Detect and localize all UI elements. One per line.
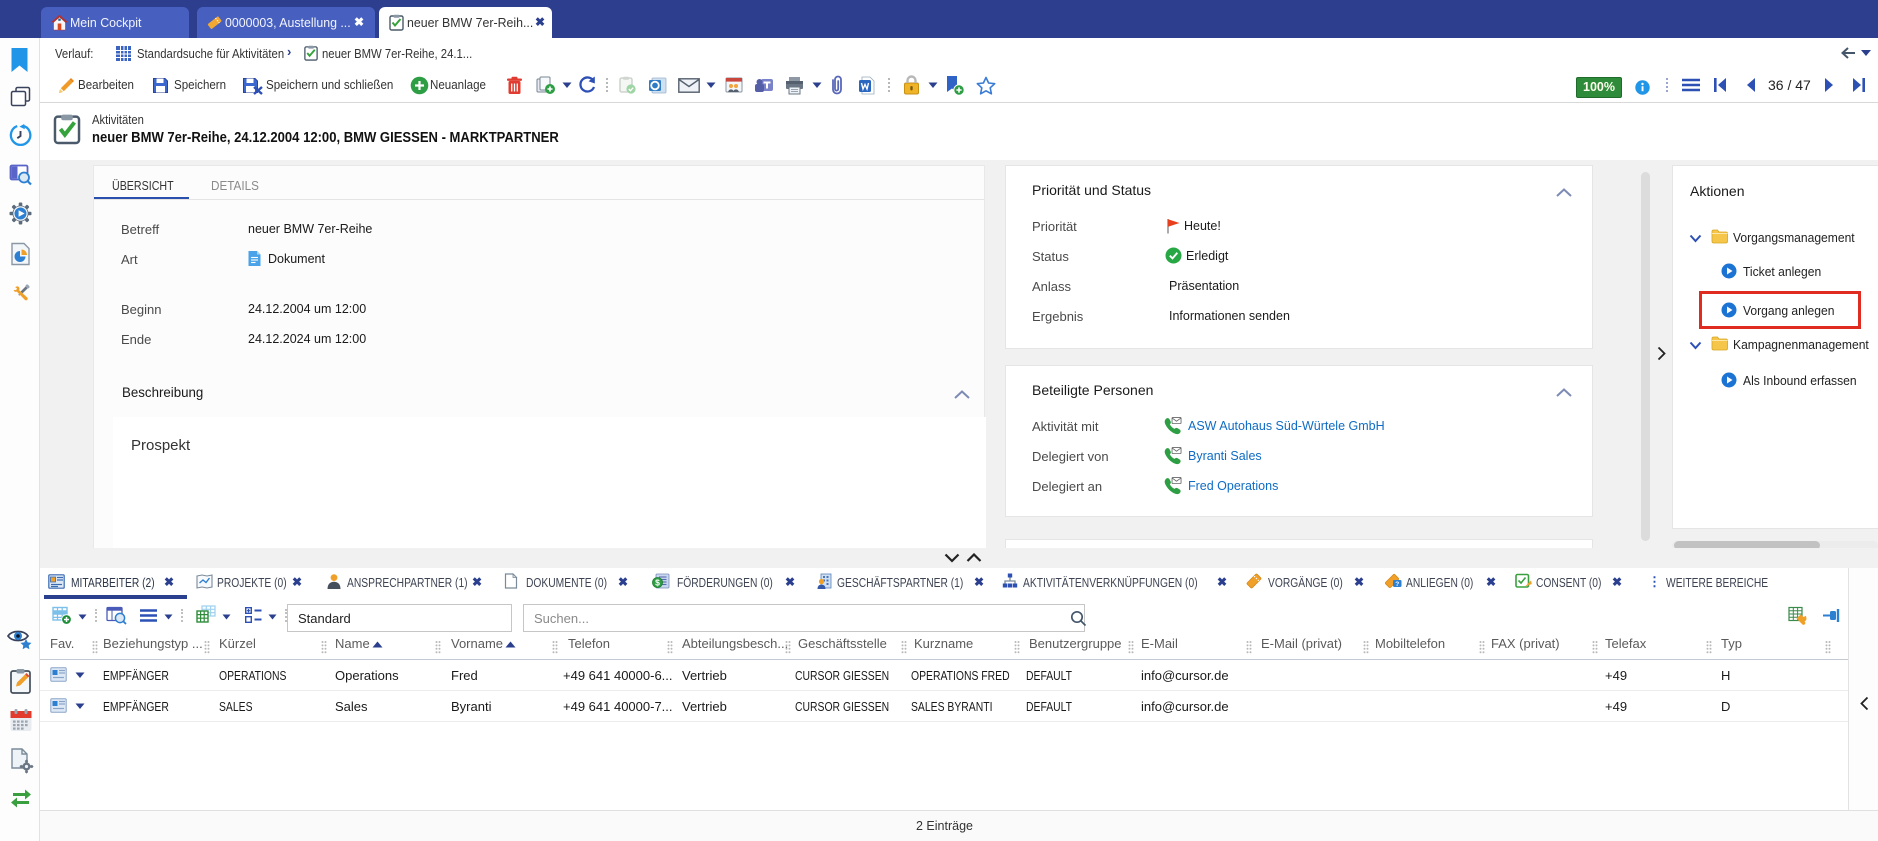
svg-text:?: ? — [1395, 581, 1399, 588]
svg-text:$: $ — [655, 578, 660, 588]
